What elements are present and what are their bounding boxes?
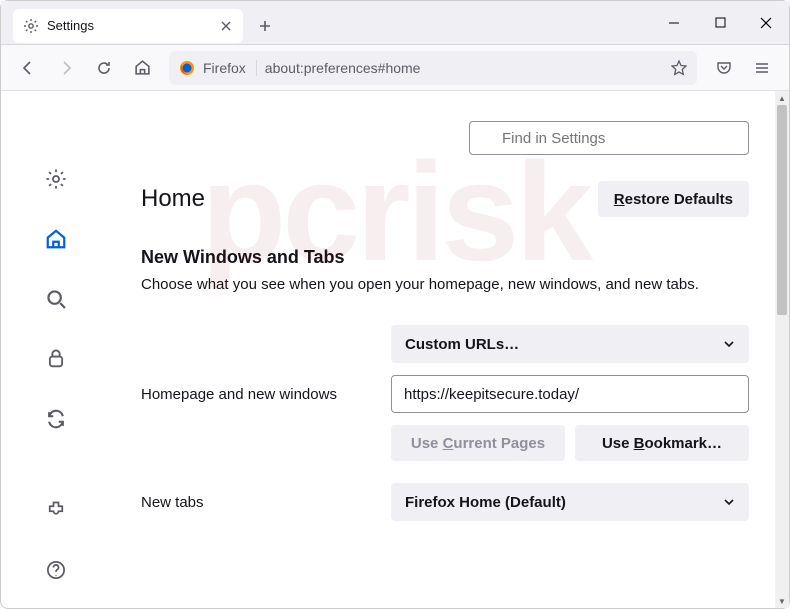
forward-button[interactable]	[49, 51, 83, 85]
url-text: about:preferences#home	[265, 60, 663, 76]
preferences-sidebar	[1, 91, 111, 608]
scroll-down-arrow[interactable]: ▼	[777, 594, 787, 608]
search-wrap	[469, 121, 749, 155]
titlebar: Settings	[1, 1, 789, 45]
firefox-icon	[179, 60, 195, 76]
page-title: Home	[141, 185, 205, 213]
menu-button[interactable]	[745, 51, 779, 85]
use-current-pages-button[interactable]: Use Current Pages	[391, 425, 565, 461]
section-title: New Windows and Tabs	[141, 247, 749, 268]
home-button[interactable]	[125, 51, 159, 85]
sidebar-extensions[interactable]	[38, 492, 74, 528]
pocket-button[interactable]	[707, 51, 741, 85]
scrollbar[interactable]: ▲ ▼	[775, 91, 789, 608]
scroll-thumb[interactable]	[777, 105, 787, 315]
sidebar-home[interactable]	[38, 221, 74, 257]
chevron-down-icon	[723, 496, 735, 508]
dropdown-label: Firefox Home (Default)	[405, 494, 566, 511]
homepage-mode-dropdown[interactable]: Custom URLs…	[391, 325, 749, 363]
sidebar-general[interactable]	[38, 161, 74, 197]
new-tabs-label: New tabs	[141, 494, 371, 511]
sidebar-sync[interactable]	[38, 401, 74, 437]
window-controls	[651, 1, 789, 45]
minimize-button[interactable]	[651, 1, 697, 45]
search-input[interactable]	[469, 121, 749, 155]
homepage-label: Homepage and new windows	[141, 386, 371, 403]
gear-icon	[23, 18, 39, 34]
chevron-down-icon	[723, 338, 735, 350]
sidebar-search[interactable]	[38, 281, 74, 317]
bookmark-star-icon[interactable]	[671, 60, 687, 76]
sidebar-help[interactable]	[38, 552, 74, 588]
tab-title: Settings	[47, 18, 211, 33]
close-icon[interactable]	[219, 19, 233, 33]
url-bar[interactable]: Firefox about:preferences#home	[169, 51, 697, 85]
scroll-up-arrow[interactable]: ▲	[777, 91, 787, 105]
sidebar-privacy[interactable]	[38, 341, 74, 377]
main-panel: Home Restore Defaults New Windows and Ta…	[111, 91, 789, 608]
reload-button[interactable]	[87, 51, 121, 85]
new-tab-button[interactable]	[251, 12, 279, 40]
content-area: Home Restore Defaults New Windows and Ta…	[1, 91, 789, 608]
maximize-button[interactable]	[697, 1, 743, 45]
browser-tab[interactable]: Settings	[13, 9, 243, 43]
close-window-button[interactable]	[743, 1, 789, 45]
use-bookmark-button[interactable]: Use Bookmark…	[575, 425, 749, 461]
toolbar: Firefox about:preferences#home	[1, 45, 789, 91]
section-desc: Choose what you see when you open your h…	[141, 274, 749, 295]
restore-defaults-button[interactable]: Restore Defaults	[598, 181, 749, 217]
plus-icon	[258, 19, 272, 33]
back-button[interactable]	[11, 51, 45, 85]
homepage-url-input[interactable]	[391, 375, 749, 413]
dropdown-label: Custom URLs…	[405, 336, 519, 353]
url-identity: Firefox	[203, 60, 257, 76]
new-tabs-dropdown[interactable]: Firefox Home (Default)	[391, 483, 749, 521]
